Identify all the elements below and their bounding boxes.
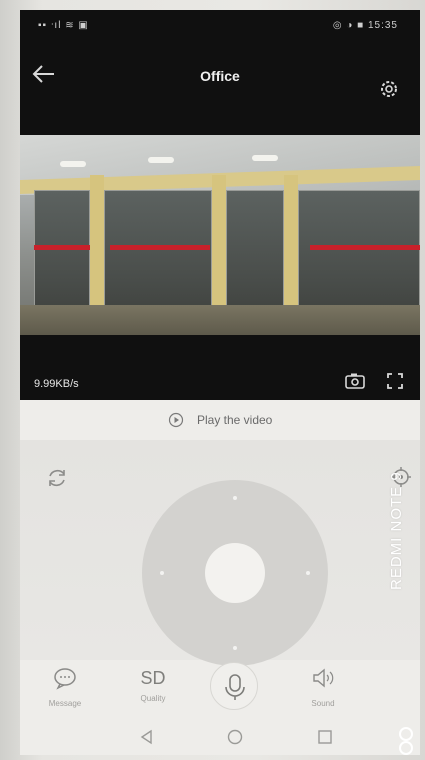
phone-screen: ▪▪ ᐧıl ≋ ▣ ◎ ◑ ■ 15:35 Office 9.99KB/s P… — [20, 10, 420, 755]
quality-value: SD — [140, 668, 166, 688]
square-recents-icon — [318, 730, 332, 744]
play-video-link[interactable]: Play the video — [20, 412, 420, 436]
video-ceiling-light — [148, 157, 174, 163]
camera-icon — [345, 373, 365, 389]
device-watermark: REDMI NOTE 9 — [388, 471, 405, 590]
fullscreen-icon — [387, 373, 403, 389]
sound-button[interactable]: Sound — [288, 666, 358, 708]
joystick-left-marker[interactable] — [160, 571, 164, 575]
video-ceiling-light — [252, 155, 278, 161]
bottom-toolbar: Message SD Quality Sound — [20, 660, 420, 720]
quality-button[interactable]: SD Quality — [118, 666, 188, 703]
talk-button[interactable] — [210, 662, 258, 710]
quality-label: Quality — [140, 694, 166, 703]
play-circle-icon — [168, 412, 183, 428]
live-video-feed[interactable] — [20, 135, 420, 335]
video-ceiling-light — [60, 161, 86, 167]
ptz-joystick[interactable] — [142, 480, 328, 666]
joystick-up-marker[interactable] — [233, 496, 237, 500]
triangle-back-icon — [140, 729, 152, 745]
watermark-circles-icon — [399, 727, 413, 755]
joystick-center[interactable] — [205, 543, 265, 603]
app-header: Office — [20, 50, 420, 100]
play-video-label: Play the video — [196, 413, 273, 427]
chat-bubble-icon — [54, 668, 76, 690]
nav-recents-button[interactable] — [316, 728, 334, 746]
fullscreen-button[interactable] — [386, 372, 404, 390]
page-title: Office — [200, 68, 240, 84]
speaker-icon — [313, 668, 334, 688]
snapshot-button[interactable] — [344, 372, 366, 390]
rotate-icon — [49, 469, 65, 487]
nav-back-button[interactable] — [138, 728, 156, 746]
video-red-stripe — [34, 245, 90, 250]
joystick-down-marker[interactable] — [233, 646, 237, 650]
microphone-icon — [225, 674, 245, 700]
video-floor — [20, 305, 420, 335]
status-left-icons: ▪▪ ᐧıl ≋ ▣ — [38, 20, 89, 31]
nav-home-button[interactable] — [226, 728, 244, 746]
rotate-button[interactable] — [45, 466, 69, 490]
gear-icon — [381, 81, 397, 97]
video-red-stripe — [310, 245, 420, 250]
system-nav-bar — [20, 722, 420, 755]
video-controls-bar: 9.99KB/s — [20, 340, 420, 400]
circle-home-icon — [227, 729, 243, 745]
message-button[interactable]: Message — [30, 666, 100, 708]
settings-button[interactable] — [378, 78, 400, 100]
status-right-icons: ◎ ◑ ■ 15:35 — [332, 20, 398, 31]
bitrate-readout: 9.99KB/s — [34, 378, 79, 390]
ptz-control-area — [20, 440, 420, 666]
message-label: Message — [48, 699, 82, 708]
status-bar: ▪▪ ᐧıl ≋ ▣ ◎ ◑ ■ 15:35 — [20, 10, 420, 38]
sound-label: Sound — [311, 699, 335, 708]
video-red-stripe — [110, 245, 210, 250]
joystick-right-marker[interactable] — [306, 571, 310, 575]
